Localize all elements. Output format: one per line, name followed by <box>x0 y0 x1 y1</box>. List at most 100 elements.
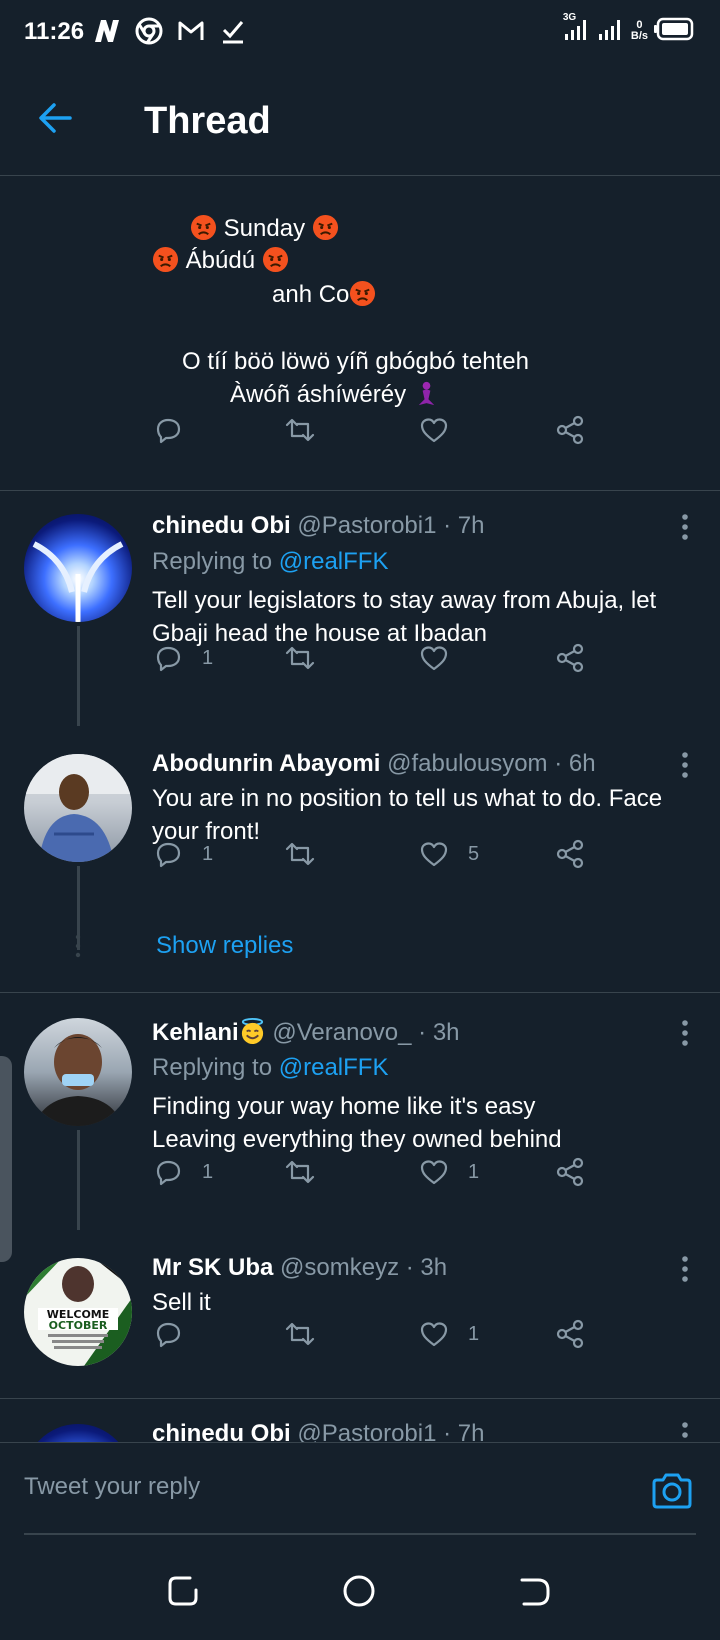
retweet-icon <box>285 842 315 866</box>
share-icon <box>556 839 584 869</box>
home-icon[interactable] <box>340 1572 378 1610</box>
display-name[interactable]: Mr SK Uba <box>152 1254 273 1281</box>
share-icon <box>556 1157 584 1187</box>
display-name[interactable]: Abodunrin Abayomi <box>152 750 380 777</box>
like-button[interactable] <box>418 414 450 446</box>
handle: @somkeyz <box>280 1254 400 1281</box>
reply-icon <box>156 646 181 672</box>
reply-button[interactable] <box>152 414 184 446</box>
alien-art-icon <box>32 541 124 622</box>
retweet-icon <box>285 1160 315 1184</box>
like-button[interactable] <box>418 642 450 674</box>
battery-icon <box>654 17 694 41</box>
divider <box>0 1398 720 1399</box>
like-count: 5 <box>468 842 480 865</box>
replying-to-handle[interactable]: @realFFK <box>279 1054 389 1081</box>
system-nav-bar <box>0 1542 720 1640</box>
more-replies-dots-icon <box>75 934 81 958</box>
timestamp: · 7h <box>443 512 485 539</box>
timestamp: · 6h <box>554 750 596 777</box>
page-title: Thread <box>144 100 271 142</box>
share-button[interactable] <box>554 838 586 870</box>
more-options-icon[interactable] <box>680 1018 690 1048</box>
avatar[interactable] <box>24 1018 132 1126</box>
chrome-icon <box>135 17 163 45</box>
share-icon <box>556 1319 584 1349</box>
tweet-actions: 1 5 <box>152 838 622 878</box>
like-count: 1 <box>468 1322 480 1345</box>
avatar[interactable] <box>24 514 132 622</box>
handle: @Pastorobi1 <box>297 1420 437 1442</box>
thread-line <box>77 626 80 726</box>
tweet-header: Mr SK Uba @somkeyz · 3h <box>152 1254 447 1282</box>
more-options-icon[interactable] <box>680 750 690 780</box>
recent-apps-icon[interactable] <box>164 1572 202 1610</box>
like-button[interactable]: 1 <box>418 1156 479 1188</box>
retweet-icon <box>285 1322 315 1346</box>
retweet-button[interactable] <box>284 414 316 446</box>
avatar[interactable]: WELCOME OCTOBER <box>24 1258 132 1366</box>
display-name[interactable]: Kehlani <box>152 1019 239 1046</box>
signal-icon-2 <box>598 20 620 40</box>
replying-to-handle[interactable]: @realFFK <box>279 548 389 575</box>
tweet-header: Kehlani @Veranovo_ · 3h <box>152 1018 460 1047</box>
display-name[interactable]: chinedu Obi <box>152 1420 291 1442</box>
camera-icon[interactable] <box>650 1471 694 1511</box>
tweet-text: Finding your way home like it's easy Lea… <box>152 1093 562 1153</box>
n-app-icon <box>95 20 119 42</box>
main-tweet-line: Ábúdú <box>152 246 289 275</box>
main-tweet-line: O tíí böö löwö yíñ gbógbó tehteh <box>182 348 529 375</box>
show-replies-link[interactable]: Show replies <box>156 932 293 960</box>
tweet-actions: 1 <box>152 1318 622 1358</box>
handle: @Veranovo_ <box>272 1019 412 1046</box>
heart-icon <box>420 418 448 443</box>
angry-face-icon <box>312 214 338 241</box>
avatar[interactable] <box>24 1424 132 1442</box>
signal-icon <box>564 20 586 40</box>
retweet-button[interactable] <box>284 1156 316 1188</box>
reply-icon <box>156 1322 181 1348</box>
share-button[interactable] <box>554 1318 586 1350</box>
person-photo-icon <box>24 754 132 862</box>
status-time: 11:26 <box>24 18 85 45</box>
share-button[interactable] <box>554 642 586 674</box>
divider <box>0 992 720 993</box>
share-button[interactable] <box>554 414 586 446</box>
angry-face-icon <box>190 214 217 241</box>
edge-panel-handle[interactable] <box>0 1056 12 1262</box>
share-icon <box>556 643 584 673</box>
mermaid-icon <box>418 381 434 406</box>
more-options-icon[interactable] <box>680 1420 690 1442</box>
like-button[interactable]: 5 <box>418 838 479 870</box>
avatar-text: OCTOBER <box>49 1319 108 1332</box>
app-header: Thread <box>0 64 720 176</box>
more-options-icon[interactable] <box>680 1254 690 1284</box>
main-tweet-line: anh Co <box>272 280 376 309</box>
more-options-icon[interactable] <box>680 512 690 542</box>
retweet-button[interactable] <box>284 1318 316 1350</box>
reply-button[interactable]: 1 <box>152 1156 213 1188</box>
tweet-text: Sell it <box>152 1289 211 1316</box>
reply-count: 1 <box>202 842 214 865</box>
retweet-icon <box>285 418 315 442</box>
reply-button[interactable]: 1 <box>152 838 213 870</box>
tweet-header: chinedu Obi @Pastorobi1 · 7h <box>152 512 484 540</box>
handle: @Pastorobi1 <box>297 512 437 539</box>
like-button[interactable]: 1 <box>418 1318 479 1350</box>
retweet-button[interactable] <box>284 642 316 674</box>
back-nav-icon[interactable] <box>516 1572 554 1610</box>
reply-count: 1 <box>202 646 214 669</box>
back-arrow-icon[interactable] <box>36 98 76 138</box>
retweet-button[interactable] <box>284 838 316 870</box>
share-button[interactable] <box>554 1156 586 1188</box>
reply-button[interactable]: 1 <box>152 642 213 674</box>
reply-input[interactable]: Tweet your reply <box>24 1473 200 1501</box>
net-speed: 0 B/s <box>630 19 648 42</box>
retweet-icon <box>285 646 315 670</box>
display-name[interactable]: chinedu Obi <box>152 512 291 539</box>
avatar[interactable] <box>24 754 132 862</box>
reply-count: 1 <box>202 1160 214 1183</box>
reply-button[interactable] <box>152 1318 184 1350</box>
share-icon <box>556 415 584 445</box>
reply-composer: Tweet your reply <box>0 1442 720 1542</box>
